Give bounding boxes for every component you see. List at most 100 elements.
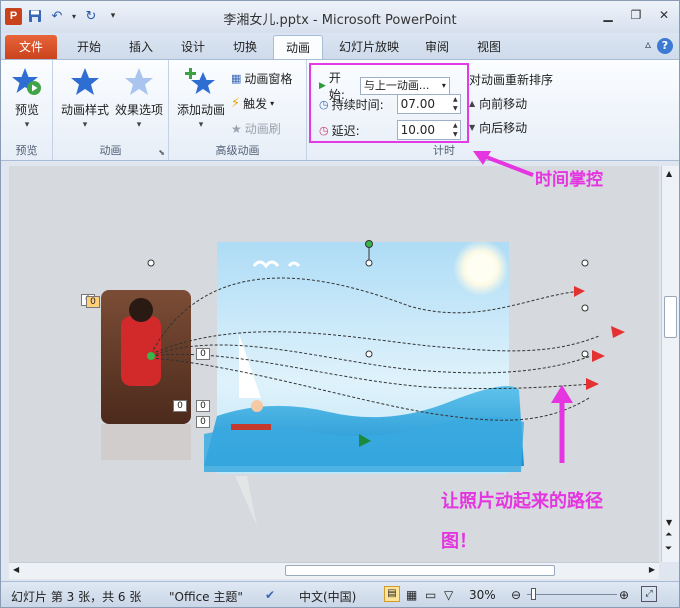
- delay-spinner[interactable]: ▲ ▼: [453, 121, 458, 139]
- sun-core: [467, 254, 495, 282]
- reading-view-icon[interactable]: ▭: [425, 588, 436, 602]
- selection-handle-tr[interactable]: [581, 259, 589, 267]
- path-annotation-line1: 让照片动起来的路径: [441, 491, 603, 512]
- zoom-slider-track[interactable]: [527, 594, 617, 595]
- tab-animations[interactable]: 动画: [273, 35, 323, 59]
- language[interactable]: 中文(中国): [299, 588, 356, 605]
- effect-options-button[interactable]: 效果选项 ▾: [113, 66, 165, 130]
- zoom-slider-thumb[interactable]: [531, 588, 536, 600]
- add-animation-icon: [185, 68, 215, 94]
- animation-dialog-launcher-icon[interactable]: ⬊: [158, 148, 165, 157]
- add-animation-dropdown-icon: ▾: [198, 120, 204, 130]
- group-advanced-animation: 添加动画 ▾ ▦ 动画窗格 ⚡ 触发 ▾ ★ 动画刷 高级动画: [169, 60, 307, 160]
- selection-handle-t[interactable]: [365, 259, 373, 267]
- duration-input[interactable]: 07.00 ▲ ▼: [396, 94, 461, 114]
- selection-handle-br[interactable]: [581, 350, 589, 358]
- start-select[interactable]: 与上一动画... ▾: [359, 77, 450, 95]
- path-end-arrow-4: [586, 378, 599, 390]
- fit-to-window-icon[interactable]: ⤢: [641, 586, 657, 602]
- previous-slide-icon[interactable]: ⏶: [665, 530, 672, 540]
- maximize-icon[interactable]: ❐: [627, 7, 645, 23]
- duration-value: 07.00: [400, 97, 435, 111]
- animation-pane-button[interactable]: ▦ 动画窗格: [231, 70, 292, 87]
- duration-spinner[interactable]: ▲ ▼: [453, 95, 458, 113]
- normal-view-icon[interactable]: ▤: [384, 586, 400, 602]
- group-animation: 动画样式 ▾ 效果选项 ▾ 动画 ⬊: [53, 60, 169, 160]
- path-annotation-arrow: [551, 385, 573, 463]
- zoom-out-icon[interactable]: ⊖: [511, 588, 521, 602]
- tab-home[interactable]: 开始: [63, 35, 115, 59]
- effect-options-star-icon: [125, 68, 153, 95]
- timing-delay-row: ◷ 延迟: 10.00 ▲ ▼: [319, 120, 461, 140]
- rotation-handle[interactable]: [365, 240, 373, 248]
- delay-label: 延迟:: [331, 123, 360, 138]
- effect-options-label: 效果选项: [114, 103, 163, 117]
- duration-label: 持续时间:: [331, 97, 384, 112]
- scroll-down-icon[interactable]: ▼: [666, 518, 672, 527]
- animation-painter-icon: ★: [231, 121, 242, 136]
- spell-check-icon[interactable]: ✔: [265, 588, 275, 602]
- add-animation-button[interactable]: 添加动画 ▾: [173, 66, 229, 130]
- zoom-level[interactable]: 30%: [469, 588, 496, 602]
- animation-styles-dropdown-icon: ▾: [82, 120, 88, 130]
- slide-info: 幻灯片 第 3 张，共 6 张: [11, 590, 142, 604]
- zoom-in-icon[interactable]: ⊕: [619, 588, 629, 602]
- child-photo-head: [129, 298, 153, 322]
- animation-order-tag[interactable]: 0: [196, 416, 210, 428]
- move-later-icon: ▼: [469, 123, 476, 132]
- move-earlier-button[interactable]: ▲ 向前移动: [469, 92, 553, 116]
- selection-handle-b[interactable]: [365, 350, 373, 358]
- tab-design[interactable]: 设计: [167, 35, 219, 59]
- effect-options-dropdown-icon: ▾: [136, 120, 142, 130]
- tab-review[interactable]: 审阅: [411, 35, 463, 59]
- delay-input[interactable]: 10.00 ▲ ▼: [396, 120, 461, 140]
- vertical-scrollbar[interactable]: ▲ ▼ ⏶ ⏷: [661, 166, 679, 562]
- slideshow-view-icon[interactable]: ▽: [444, 588, 453, 602]
- minimize-ribbon-icon[interactable]: ▵: [645, 37, 651, 51]
- horizontal-scroll-thumb[interactable]: [285, 565, 555, 576]
- start-select-dropdown-icon[interactable]: ▾: [442, 78, 446, 94]
- next-slide-icon[interactable]: ⏷: [665, 544, 672, 554]
- horizontal-scrollbar[interactable]: ◀ ▶: [9, 562, 659, 579]
- powerpoint-window: P ↶ ▾ ↻ ▾ 李湘女儿.pptx - Microsoft PowerPoi…: [0, 0, 680, 608]
- animation-painter-button[interactable]: ★ 动画刷: [231, 120, 281, 137]
- scroll-up-icon[interactable]: ▲: [666, 169, 672, 178]
- child-photo-reflection: [101, 424, 191, 460]
- move-later-button[interactable]: ▼ 向后移动: [469, 116, 553, 140]
- preview-dropdown-icon: ▾: [24, 120, 30, 130]
- animation-order-tag[interactable]: 0: [196, 348, 210, 360]
- tab-transitions[interactable]: 切换: [219, 35, 271, 59]
- animation-style-star-icon: [71, 68, 99, 95]
- theme-name[interactable]: "Office 主题": [169, 588, 243, 605]
- preview-button[interactable]: 预览 ▾: [7, 66, 47, 130]
- timing-highlight-box: ▶ 开始: 与上一动画... ▾ ◷ 持续时间: 07.00 ▲▼ ◷ 延迟:: [309, 63, 469, 143]
- close-icon[interactable]: ✕: [655, 7, 673, 23]
- selection-handle-tl[interactable]: [147, 259, 155, 267]
- animation-styles-label: 动画样式: [60, 103, 109, 117]
- tab-insert[interactable]: 插入: [115, 35, 167, 59]
- animation-order-tag[interactable]: 0: [196, 400, 210, 412]
- trigger-button[interactable]: ⚡ 触发 ▾: [231, 95, 274, 112]
- path-start-point[interactable]: [147, 352, 155, 360]
- tab-view[interactable]: 视图: [463, 35, 515, 59]
- animation-pane-icon: ▦: [231, 72, 242, 85]
- timing-annotation-arrow: [473, 151, 534, 177]
- duration-clock-icon: ◷: [319, 97, 329, 111]
- scroll-right-icon[interactable]: ▶: [649, 565, 655, 574]
- vertical-scroll-thumb[interactable]: [664, 296, 677, 338]
- add-animation-label: 添加动画: [176, 103, 225, 117]
- minimize-icon[interactable]: ▁: [599, 7, 617, 23]
- scroll-left-icon[interactable]: ◀: [13, 565, 19, 574]
- start-play-icon: ▶: [319, 81, 326, 91]
- tab-slideshow[interactable]: 幻灯片放映: [331, 35, 407, 59]
- selection-handle-r[interactable]: [581, 304, 589, 312]
- status-bar: 幻灯片 第 3 张，共 6 张 "Office 主题" ✔ 中文(中国) ▤ ▦…: [1, 581, 679, 607]
- reorder-title: 对动画重新排序: [469, 73, 554, 87]
- animation-painter-label: 动画刷: [244, 122, 281, 136]
- animation-styles-button[interactable]: 动画样式 ▾: [59, 66, 111, 130]
- help-icon[interactable]: ?: [657, 38, 673, 54]
- slide-sorter-icon[interactable]: ▦: [406, 588, 417, 602]
- animation-order-tag[interactable]: 0: [173, 400, 187, 412]
- animation-order-tag[interactable]: 0: [86, 296, 100, 308]
- tab-file[interactable]: 文件: [5, 35, 57, 59]
